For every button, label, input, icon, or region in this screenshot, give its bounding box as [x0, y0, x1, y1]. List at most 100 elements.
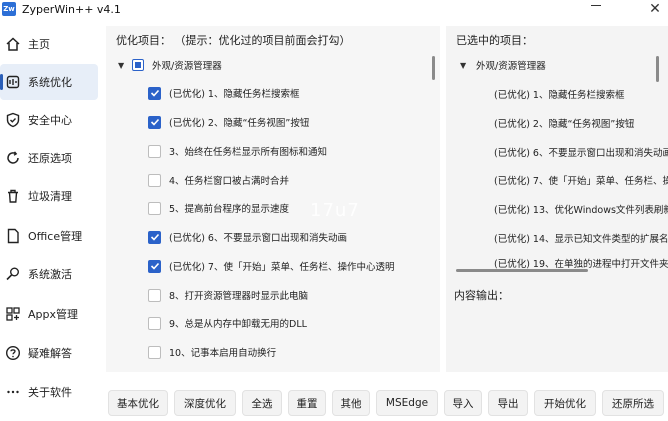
- home-icon: [4, 35, 22, 53]
- msedge-button[interactable]: MSEdge: [376, 390, 438, 416]
- item-checkbox[interactable]: [148, 115, 161, 129]
- optimize-items-panel: 优化项目： （提示：优化过的项目前面会打勾） ▼ 外观/资源管理器 (已优化) …: [106, 26, 440, 372]
- list-item[interactable]: 5、提高前台程序的显示速度: [148, 197, 289, 219]
- document-icon: [4, 227, 22, 245]
- selected-item-label: (已优化) 13、优化Windows文件列表刷新: [494, 205, 668, 216]
- item-label: (已优化) 1、隐藏任务栏搜索框: [169, 89, 300, 100]
- shield-icon: [4, 111, 22, 129]
- sidebar-item-cleanup[interactable]: 垃圾清理: [0, 178, 98, 214]
- sidebar-item-label: Appx管理: [28, 308, 78, 321]
- close-button[interactable]: ✕: [646, 0, 664, 18]
- reset-button[interactable]: 重置: [288, 390, 326, 416]
- list-item[interactable]: (已优化) 13、优化Windows文件列表刷新: [494, 198, 668, 220]
- window-title: ZyperWin++ v4.1: [22, 3, 121, 16]
- selected-item-label: (已优化) 14、显示已知文件类型的扩展名: [494, 234, 668, 245]
- list-item[interactable]: (已优化) 2、隐藏“任务视图”按钮: [494, 112, 634, 134]
- vertical-scrollbar[interactable]: [432, 56, 435, 80]
- item-checkbox[interactable]: [148, 259, 161, 273]
- sidebar-item-restore[interactable]: 还原选项: [0, 140, 98, 176]
- sidebar-item-label: 疑难解答: [28, 347, 72, 360]
- tree-group-row[interactable]: ▼ 外观/资源管理器: [118, 54, 222, 76]
- apps-icon: [4, 305, 22, 323]
- sidebar-item-label: 系统激活: [28, 268, 72, 281]
- sidebar-item-label: Office管理: [28, 230, 83, 243]
- tree-group-row[interactable]: ▼ 外观/资源管理器: [460, 54, 546, 76]
- minimize-button[interactable]: [591, 5, 601, 6]
- sidebar-item-label: 关于软件: [28, 386, 72, 399]
- selected-items-heading: 已选中的项目：: [456, 34, 533, 47]
- deep-optimize-button[interactable]: 深度优化: [174, 390, 236, 416]
- other-button[interactable]: 其他: [332, 390, 370, 416]
- item-checkbox[interactable]: [148, 316, 161, 330]
- watermark: 17u7: [310, 200, 360, 221]
- import-button[interactable]: 导入: [444, 390, 482, 416]
- item-checkbox[interactable]: [148, 86, 161, 100]
- item-label: (已优化) 7、使「开始」菜单、任务栏、操作中心透明: [169, 262, 395, 273]
- item-checkbox[interactable]: [148, 201, 161, 215]
- restore-selected-button[interactable]: 还原所选: [602, 390, 664, 416]
- item-label: (已优化) 6、不要显示窗口出现和消失动画: [169, 233, 347, 244]
- list-item[interactable]: (已优化) 6、不要显示窗口出现和消失动画: [148, 226, 347, 248]
- app-logo-icon: Zw: [2, 2, 16, 16]
- list-item[interactable]: 8、打开资源管理器时显示此电脑: [148, 284, 308, 306]
- action-bar: 基本优化 深度优化 全选 重置 其他 MSEdge 导入 导出 开始优化 还原所…: [106, 386, 668, 418]
- item-label: 5、提高前台程序的显示速度: [169, 204, 290, 215]
- sidebar-item-label: 还原选项: [28, 152, 72, 165]
- item-checkbox[interactable]: [148, 144, 161, 158]
- list-item[interactable]: 10、记事本启用自动换行: [148, 341, 276, 363]
- list-item[interactable]: (已优化) 6、不要显示窗口出现和消失动画: [494, 141, 668, 163]
- list-item[interactable]: 9、总是从内存中卸载无用的DLL: [148, 312, 307, 334]
- list-item[interactable]: (已优化) 7、使「开始」菜单、任务栏、操作中心透明: [148, 255, 394, 277]
- basic-optimize-button[interactable]: 基本优化: [108, 390, 168, 416]
- list-item[interactable]: (已优化) 19、在单独的进程中打开文件夹: [494, 256, 668, 270]
- sidebar: 主页 系统优化 安全中心 还原选项 垃圾清理 Office管理 系统激活 App…: [0, 22, 100, 421]
- sidebar-item-office[interactable]: Office管理: [0, 218, 98, 254]
- item-label: 3、始终在任务栏显示所有图标和通知: [169, 147, 328, 158]
- selected-item-label: (已优化) 19、在单独的进程中打开文件夹: [494, 259, 668, 270]
- list-item[interactable]: (已优化) 14、显示已知文件类型的扩展名: [494, 227, 668, 249]
- vertical-scrollbar[interactable]: [656, 56, 659, 82]
- more-icon: [4, 383, 22, 401]
- sidebar-item-label: 垃圾清理: [28, 190, 72, 203]
- sidebar-item-troubleshoot[interactable]: 疑难解答: [0, 335, 98, 371]
- title-bar: Zw ZyperWin++ v4.1 ✕: [0, 0, 668, 22]
- item-label: (已优化) 2、隐藏“任务视图”按钮: [169, 118, 310, 129]
- sidebar-item-label: 系统优化: [28, 76, 72, 89]
- item-checkbox[interactable]: [148, 173, 161, 187]
- item-checkbox[interactable]: [148, 288, 161, 302]
- horizontal-scrollbar[interactable]: [456, 269, 588, 272]
- sidebar-item-security[interactable]: 安全中心: [0, 102, 98, 138]
- output-textarea[interactable]: [452, 302, 664, 368]
- chevron-down-icon[interactable]: ▼: [118, 61, 128, 70]
- item-label: 8、打开资源管理器时显示此电脑: [169, 291, 309, 302]
- sidebar-item-about[interactable]: 关于软件: [0, 374, 98, 410]
- list-item[interactable]: (已优化) 1、隐藏任务栏搜索框: [148, 82, 299, 104]
- item-label: 4、任务栏窗口被占满时合并: [169, 176, 290, 187]
- optimize-icon: [4, 73, 22, 91]
- list-item[interactable]: 3、始终在任务栏显示所有图标和通知: [148, 140, 327, 162]
- sidebar-item-activation[interactable]: 系统激活: [0, 256, 98, 292]
- sidebar-item-home[interactable]: 主页: [0, 26, 98, 62]
- list-item[interactable]: 4、任务栏窗口被占满时合并: [148, 169, 289, 191]
- trash-icon: [4, 187, 22, 205]
- restore-icon: [4, 149, 22, 167]
- start-optimize-button[interactable]: 开始优化: [534, 390, 596, 416]
- list-item[interactable]: (已优化) 7、使「开始」菜单、任务栏、操: [494, 169, 668, 191]
- tree-group-label: 外观/资源管理器: [152, 61, 222, 72]
- list-item[interactable]: (已优化) 1、隐藏任务栏搜索框: [494, 83, 624, 105]
- item-checkbox[interactable]: [148, 230, 161, 244]
- optimize-items-heading: 优化项目： （提示：优化过的项目前面会打勾）: [116, 34, 351, 47]
- selected-item-label: (已优化) 6、不要显示窗口出现和消失动画: [494, 148, 668, 159]
- list-item[interactable]: (已优化) 2、隐藏“任务视图”按钮: [148, 111, 309, 133]
- group-checkbox[interactable]: [132, 59, 144, 71]
- sidebar-item-label: 主页: [28, 38, 50, 51]
- select-all-button[interactable]: 全选: [242, 390, 282, 416]
- item-checkbox[interactable]: [148, 345, 161, 359]
- selected-item-label: (已优化) 1、隐藏任务栏搜索框: [494, 90, 625, 101]
- selected-item-label: (已优化) 2、隐藏“任务视图”按钮: [494, 119, 635, 130]
- sidebar-item-appx[interactable]: Appx管理: [0, 296, 98, 332]
- help-icon: [4, 344, 22, 362]
- sidebar-item-system-optimize[interactable]: 系统优化: [0, 64, 98, 100]
- export-button[interactable]: 导出: [488, 390, 528, 416]
- chevron-down-icon[interactable]: ▼: [460, 61, 470, 70]
